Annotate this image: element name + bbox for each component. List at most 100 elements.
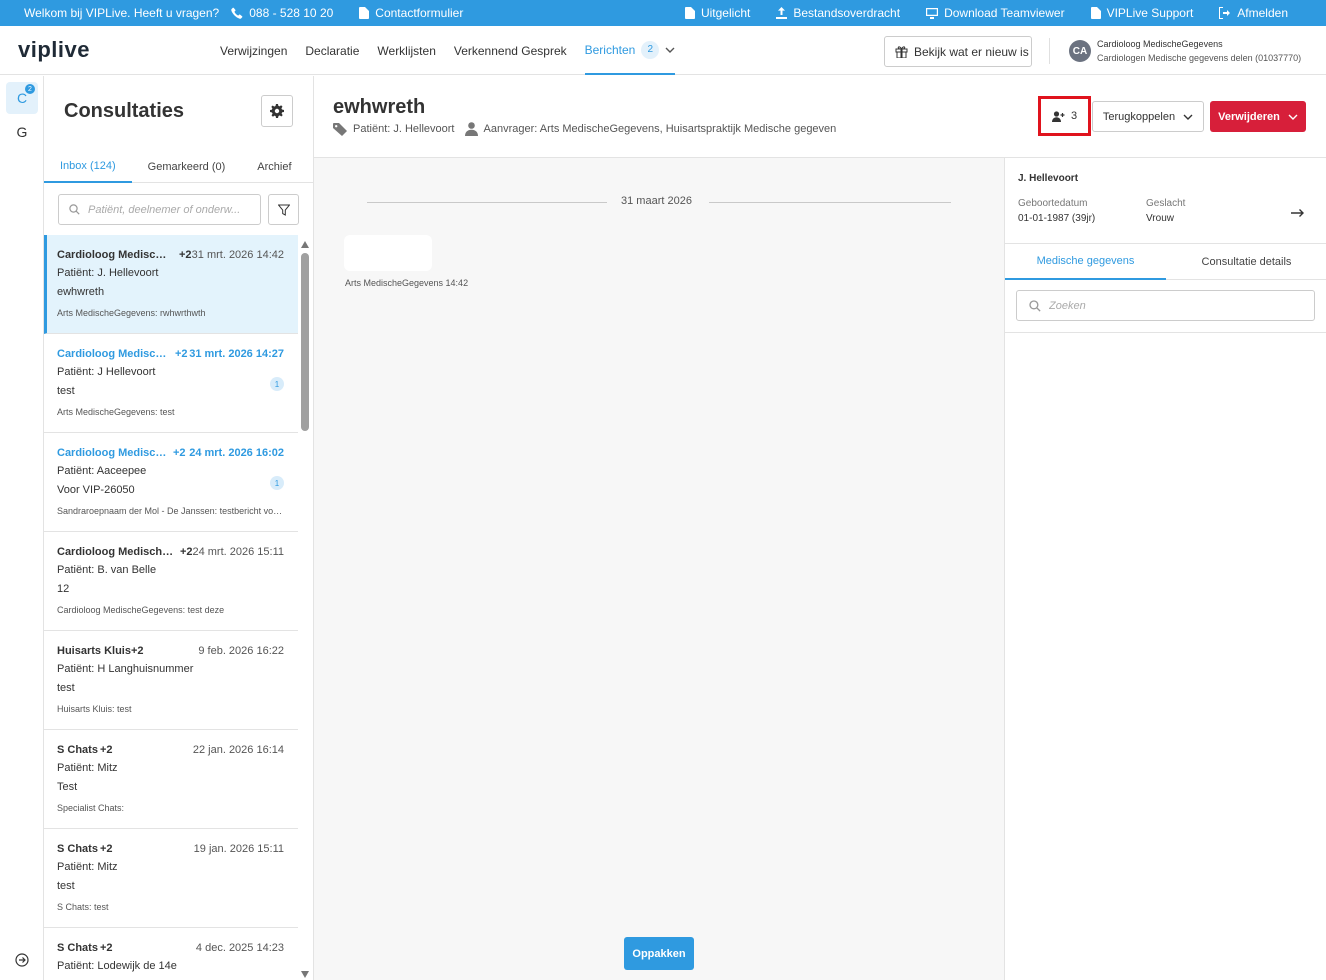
message-meta: Arts MedischeGegevens 14:42 [345,278,469,288]
delete-dropdown-button[interactable]: Verwijderen [1210,101,1306,132]
scroll-up-arrow-icon[interactable] [301,241,309,248]
tab-archief[interactable]: Archief [241,150,307,183]
phone-link[interactable]: 088 - 528 10 20 [231,6,333,20]
avatar[interactable]: CA [1069,40,1091,62]
feedback-label: Terugkoppelen [1102,110,1176,123]
chevron-down-icon [1183,114,1193,120]
chat-area: 31 maart 2026 Arts MedischeGegevens 14:4… [314,158,1004,980]
unread-count-badge: 1 [270,476,284,490]
contact-form-link[interactable]: Contactformulier [359,6,463,20]
item-preview: Huisarts Kluis: test [57,704,132,714]
consult-item[interactable]: S Chats +2 19 jan. 2026 15:11 Patiënt: M… [44,829,298,928]
settings-button[interactable] [261,95,293,127]
uitgelicht-label: Uitgelicht [700,6,751,20]
consult-item[interactable]: S Chats +2 4 dec. 2025 14:23 Patiënt: Lo… [44,928,298,980]
item-date: 31 mrt. 2026 14:42 [191,249,284,261]
item-date: 22 jan. 2026 16:14 [192,744,284,756]
support-label: VIPLive Support [1106,6,1194,20]
scroll-down-arrow-icon[interactable] [301,971,309,978]
details-search-input[interactable] [1049,299,1289,312]
teamviewer-link[interactable]: Download Teamviewer [926,6,1065,20]
consult-item[interactable]: Cardioloog Medisch... +2 31 mrt. 2026 14… [44,334,298,433]
whats-new-button[interactable]: Bekijk wat er nieuw is [884,36,1032,67]
gear-icon [270,104,284,118]
document-icon [359,7,370,19]
item-participants-extra: +2 [100,942,113,954]
support-link[interactable]: VIPLive Support [1090,6,1194,20]
user-name[interactable]: Cardioloog MedischeGegevens [1097,39,1223,49]
tab-inbox[interactable]: Inbox (124) [44,150,132,183]
item-date: 24 mrt. 2026 15:11 [192,546,284,558]
open-patient-button[interactable] [1291,205,1305,223]
consult-search-input[interactable] [88,203,248,216]
list-scrollbar[interactable] [298,239,312,980]
message-bubble [344,235,432,271]
participants-count: 3 [1070,110,1078,122]
logout-link[interactable]: Afmelden [1219,6,1288,20]
phone-number: 088 - 528 10 20 [249,6,334,20]
item-subject: test [57,385,75,397]
chevron-down-icon [665,47,675,53]
unread-count-badge: 1 [270,377,284,391]
nav-divider [1049,38,1050,64]
tab-consultatie-details[interactable]: Consultatie details [1166,244,1326,280]
conversation-title: ewhwreth [333,96,426,118]
feedback-dropdown-button[interactable]: Terugkoppelen [1092,101,1204,132]
item-patient: Patiënt: Mitz [57,762,118,774]
rail-g-button[interactable]: G [6,116,38,148]
search-icon [1029,299,1041,312]
logout-icon [1219,7,1231,19]
nav-berichten[interactable]: Berichten 2 [584,26,676,75]
inbox-tabs: Inbox (124) Gemarkeerd (0) Archief [44,150,313,183]
nav-verkennend-gesprek[interactable]: Verkennend Gesprek [454,26,567,75]
item-sender: S Chats [57,843,98,855]
item-sender: Huisarts Kluis [57,645,131,657]
delete-label: Verwijderen [1218,110,1280,123]
upload-icon [776,7,788,19]
filter-icon [277,204,290,216]
berichten-count-badge: 2 [641,40,660,59]
uitgelicht-link[interactable]: Uitgelicht [684,6,751,20]
consult-item[interactable]: Cardioloog Medische... +2 24 mrt. 2026 1… [44,532,298,631]
item-date: 24 mrt. 2026 16:02 [189,447,284,459]
item-participants-extra: +2 [179,249,192,261]
teamviewer-label: Download Teamviewer [944,6,1065,20]
file-transfer-link[interactable]: Bestandsoverdracht [776,6,900,20]
pickup-button[interactable]: Oppakken [624,937,694,970]
rail-consultaties-button[interactable]: C 2 [6,82,38,114]
conversation-header: ewhwreth Patiënt: J. Hellevoort Aanvrage… [314,76,1326,158]
consult-item[interactable]: Cardioloog Medisch... +2 24 mrt. 2026 16… [44,433,298,532]
consult-item[interactable]: Cardioloog Medisch... +2 31 mrt. 2026 14… [44,235,298,334]
date-divider-label: 31 maart 2026 [621,195,692,207]
participants-button[interactable]: 3 [1038,96,1091,136]
item-subject: test [57,682,75,694]
user-organization: Cardiologen Medische gegevens delen (010… [1097,53,1302,63]
rail-g-label: G [16,124,28,140]
nav-declaratie[interactable]: Declaratie [305,26,359,75]
consult-item[interactable]: Huisarts Kluis +2 9 feb. 2026 16:22 Pati… [44,631,298,730]
nav-werklijsten[interactable]: Werklijsten [377,26,435,75]
tab-medische-gegevens[interactable]: Medische gegevens [1005,244,1166,280]
document-icon [684,7,695,19]
scroll-thumb[interactable] [301,253,309,431]
gift-icon [895,46,908,58]
rail-expand-button[interactable] [6,944,38,976]
item-preview: Specialist Chats: [57,803,125,813]
item-date: 19 jan. 2026 15:11 [193,843,284,855]
item-participants-extra: +2 [180,546,193,558]
filter-button[interactable] [268,194,299,225]
nav-verwijzingen[interactable]: Verwijzingen [220,26,287,75]
item-patient: Patiënt: B. van Belle [57,564,157,576]
item-preview: Arts MedischeGegevens: test [57,407,175,417]
sex-label: Geslacht [1146,198,1186,209]
tab-gemarkeerd[interactable]: Gemarkeerd (0) [132,150,242,183]
conversation-requester: Aanvrager: Arts MedischeGegevens, Huisar… [483,123,837,135]
consult-list: Cardioloog Medisch... +2 31 mrt. 2026 14… [44,235,298,980]
item-patient: Patiënt: J. Hellevoort [57,267,159,279]
consultaties-panel: Consultaties Inbox (124) Gemarkeerd (0) … [44,76,314,980]
consult-item[interactable]: S Chats +2 22 jan. 2026 16:14 Patiënt: M… [44,730,298,829]
item-patient: Patiënt: Aaceepee [57,465,147,477]
viplive-logo[interactable]: viplive [18,37,90,63]
nav-berichten-label: Berichten [584,42,636,57]
logout-label: Afmelden [1237,6,1288,20]
